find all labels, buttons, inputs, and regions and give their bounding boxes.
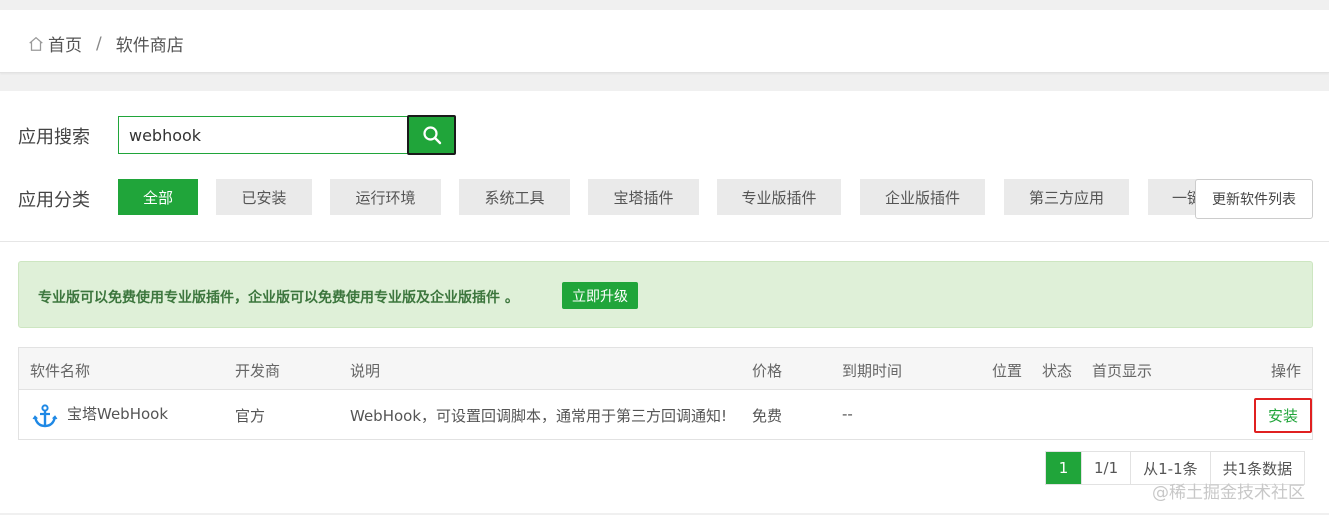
install-button[interactable]: 安装 [1254,398,1312,433]
category-system-tools[interactable]: 系统工具 [459,179,570,215]
software-table: 软件名称 开发商 说明 价格 到期时间 位置 状态 首页显示 操作 宝塔WebH… [18,347,1313,440]
col-expire: 到期时间 [842,362,903,380]
anchor-icon [32,404,58,428]
breadcrumb-home-link[interactable]: 首页 [48,31,82,56]
category-pro-plugins[interactable]: 专业版插件 [717,179,841,215]
category-label: 应用分类 [18,190,90,211]
col-status: 状态 [1042,362,1073,380]
page-count: 1/1 [1081,452,1130,484]
upgrade-notice: 专业版可以免费使用专业版插件，企业版可以免费使用专业版及企业版插件 。 立即升级 [18,261,1313,328]
plugin-description: WebHook，可设置回调脚本，通常用于第三方回调通知! [350,407,728,425]
search-label: 应用搜索 [18,127,90,148]
plugin-price: 免费 [752,407,783,425]
divider [0,241,1329,242]
breadcrumb: 首页 / 软件商店 [27,31,184,56]
col-action: 操作 [1271,362,1302,380]
breadcrumb-separator: / [96,33,102,54]
category-installed[interactable]: 已安装 [216,179,312,215]
upgrade-button[interactable]: 立即升级 [562,282,638,309]
breadcrumb-current: 软件商店 [115,36,184,56]
category-bt-plugins[interactable]: 宝塔插件 [588,179,699,215]
category-all[interactable]: 全部 [118,179,198,215]
plugin-name[interactable]: 宝塔WebHook [67,403,168,424]
col-name: 软件名称 [30,362,91,380]
category-runtime[interactable]: 运行环境 [330,179,441,215]
refresh-list-button[interactable]: 更新软件列表 [1195,179,1313,219]
search-button[interactable] [407,115,456,155]
plugin-expire: -- [842,405,853,423]
home-icon [29,36,43,51]
watermark: @稀土掘金技术社区 [1152,483,1305,503]
category-third-party[interactable]: 第三方应用 [1004,179,1129,215]
col-home-display: 首页显示 [1092,362,1153,380]
col-price: 价格 [752,362,783,380]
breadcrumb-bar: 首页 / 软件商店 [0,10,1329,73]
page-current[interactable]: 1 [1046,452,1081,484]
col-location: 位置 [992,362,1023,380]
category-enterprise-plugins[interactable]: 企业版插件 [860,179,985,215]
notice-text: 专业版可以免费使用专业版插件，企业版可以免费使用专业版及企业版插件 。 [38,290,519,306]
search-icon [422,126,441,145]
col-developer: 开发商 [235,362,281,380]
top-strip [0,0,1329,10]
search-input[interactable] [118,116,408,154]
col-description: 说明 [350,362,381,380]
plugin-developer: 官方 [235,407,266,425]
